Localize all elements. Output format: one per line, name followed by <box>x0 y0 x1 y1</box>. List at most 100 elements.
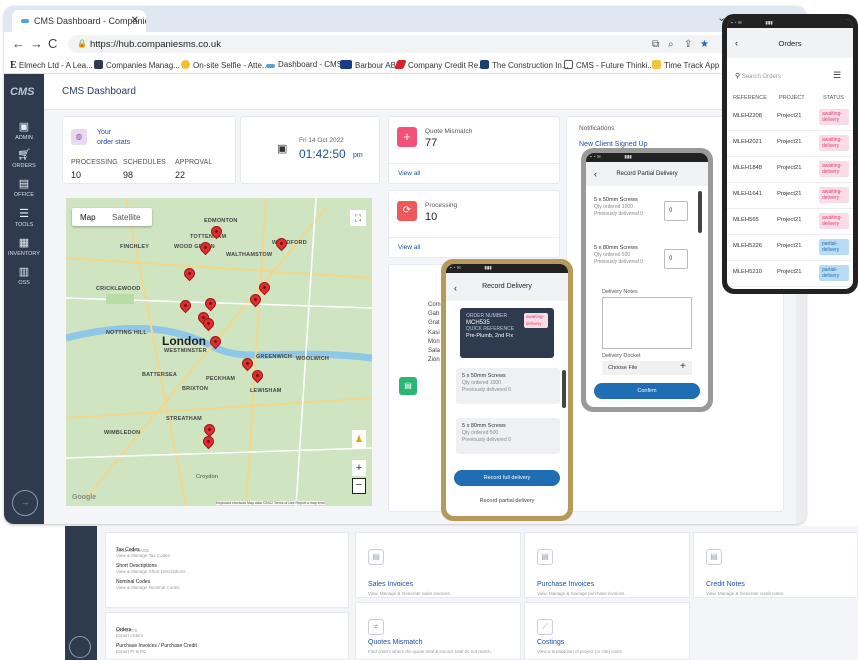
choose-file-button[interactable]: Choose File + <box>602 361 692 375</box>
back-icon[interactable]: ‹ <box>454 283 457 293</box>
export-orders[interactable]: Orders Export orders <box>116 627 143 639</box>
processing-value: 10 <box>425 211 438 223</box>
clipboard-icon: ▤ <box>399 377 417 395</box>
quote-mismatch-value: 77 <box>425 137 438 149</box>
close-tab-icon[interactable]: ✕ <box>131 15 139 26</box>
phone-status-bar: ▪ ◔ ✉ ▮▮▮ <box>586 153 708 162</box>
lower-sidebar <box>65 526 97 660</box>
record-full-delivery-button[interactable]: Record full delivery <box>454 470 560 486</box>
manage-tax-codes[interactable]: Tax Codes View & Manage Tax Codes <box>116 547 170 559</box>
invoice-icon: ▤ <box>368 549 384 565</box>
install-icon[interactable]: ⧉ <box>652 39 659 50</box>
phone-partial-delivery: ▪ ◔ ✉ ▮▮▮ ‹ Record Partial Delivery 5 x … <box>581 148 713 412</box>
bookmark-1[interactable]: Companies Manag... <box>94 60 180 70</box>
sidebar-item-office[interactable]: ▤ OFFICE <box>4 177 44 198</box>
back-arrow-icon[interactable]: ← <box>12 36 25 51</box>
processing-view-all[interactable]: View all <box>398 244 420 251</box>
add-file-icon: + <box>680 361 686 372</box>
tile-quotes-mismatch[interactable]: ≠ Quotes Mismatch Find orders where the q… <box>355 602 521 660</box>
sidebar-item-admin[interactable]: ▣ ADMIN <box>4 120 44 141</box>
bookmark-8[interactable]: Time Track App <box>652 60 719 70</box>
address-bar[interactable]: 🔒 https://hub.companiesms.co.uk ⧉ ⌕ ⇪ ★ <box>68 35 732 53</box>
manage-nominal-codes[interactable]: Nominal Codes View & Manage Nominal Codes <box>116 579 179 591</box>
street-view-icon[interactable]: ♟ <box>352 430 366 448</box>
refresh-icon: ⟳ <box>397 201 417 221</box>
table-row[interactable]: MLEH5226 Project21 partial-delivery <box>727 235 853 261</box>
status-badge: partial-delivery <box>819 265 849 281</box>
tile-sales-invoices[interactable]: ▤ Sales Invoices View, Manage & Generate … <box>355 532 521 598</box>
sidebar-item-inventory[interactable]: ▦ INVENTORY <box>4 236 44 257</box>
sidebar-item-oss[interactable]: ▥ OSS <box>4 265 44 286</box>
value-approval: 22 <box>175 170 186 180</box>
map-tab-satellite[interactable]: Satellite <box>112 213 140 222</box>
sidebar: ▣ ADMIN 🛒︎ ORDERS ▤ OFFICE ☰ TOOLS ▦ INVENTOR… <box>4 110 44 524</box>
bookmark-6[interactable]: The Construction In... <box>480 60 568 70</box>
zoom-out-icon[interactable]: − <box>352 478 366 494</box>
scroll-thumb[interactable] <box>562 370 566 408</box>
bookmark-0[interactable]: E Elmech Ltd - A Lea... <box>10 60 93 71</box>
search-orders-input[interactable]: ⚲ Search Orders <box>735 69 819 83</box>
record-delivery-header: ‹ Record Delivery <box>446 273 568 301</box>
user-menu-button[interactable]: → <box>12 490 38 516</box>
status-badge: awaiting-delivery <box>524 313 548 328</box>
google-logo: Google <box>72 494 97 501</box>
search-icon: ⚲ <box>735 73 741 80</box>
zoom-icon[interactable]: ⌕ <box>668 39 674 50</box>
invoice-icon: ▤ <box>537 549 553 565</box>
tile-purchase-invoices[interactable]: ▤ Purchase Invoices View, Manage & manage… <box>524 532 690 598</box>
table-row[interactable]: MLEH2208 Project21 awaiting-delivery <box>727 105 853 131</box>
status-badge: awaiting-delivery <box>819 161 849 177</box>
table-row[interactable]: MLEH565 Project21 awaiting-delivery <box>727 209 853 235</box>
scroll-thumb[interactable] <box>698 191 702 233</box>
zoom-in-icon[interactable]: + <box>352 460 366 476</box>
browser-tab[interactable]: CMS Dashboard - Companies M ✕ <box>12 10 146 32</box>
delivery-notes-textarea[interactable] <box>602 297 692 349</box>
tools-icon: ☰ <box>19 208 29 220</box>
app-header: CMS CMS Dashboard <box>4 74 806 110</box>
record-partial-delivery-link[interactable]: Record partial delivery <box>446 498 568 504</box>
exports-panel: EXPORTS Orders Export orders Purchase Inv… <box>105 612 349 660</box>
cms-favicon-icon <box>21 19 29 23</box>
partial-delivery-screen: ▪ ◔ ✉ ▮▮▮ ‹ Record Partial Delivery 5 x … <box>586 153 708 407</box>
tile-credit-notes[interactable]: ▤ Credit Notes View, Manage & Generate cr… <box>693 532 858 598</box>
fullscreen-icon[interactable]: ⛶ <box>350 210 366 226</box>
list-item: 5 x 50mm Screws Qty ordered 1000 Previousl… <box>456 368 560 404</box>
forward-arrow-icon[interactable]: → <box>30 36 43 51</box>
table-row[interactable]: MLEH1641 Project21 awaiting-delivery <box>727 183 853 209</box>
cms-logo[interactable]: CMS <box>4 74 44 110</box>
bookmark-5[interactable]: Company Credit Re... <box>394 60 485 70</box>
quote-mismatch-view-all[interactable]: View all <box>398 170 420 177</box>
google-map[interactable]: Map Satellite ⛶ EDMONTON TOTTENHAM WOODF… <box>66 198 372 506</box>
menu-icon[interactable]: ☰ <box>833 70 841 81</box>
table-row[interactable]: MLEH1848 Project21 awaiting-delivery <box>727 157 853 183</box>
table-row[interactable]: MLEH2021 Project21 awaiting-delivery <box>727 131 853 157</box>
clock-time: 01:42:50 <box>299 147 346 161</box>
label-schedules: SCHEDULES <box>123 159 166 166</box>
reload-icon[interactable]: C <box>48 36 57 51</box>
manage-short-descriptions[interactable]: Short Descriptions View & Manage Short De… <box>116 563 185 575</box>
status-badge: awaiting-delivery <box>819 213 849 229</box>
back-icon[interactable]: ‹ <box>735 38 738 48</box>
confirm-button[interactable]: Confirm <box>594 383 700 399</box>
tile-costings[interactable]: ⟋ Costings View a breakdown of project (o… <box>524 602 690 660</box>
admin-icon: ▣ <box>18 121 30 133</box>
status-badge: partial-delivery <box>819 239 849 255</box>
sidebar-item-tools[interactable]: ☰ TOOLS <box>4 207 44 228</box>
bookmark-2[interactable]: On-site Selfie - Atte... <box>181 60 269 70</box>
bookmark-4[interactable]: Barbour ABI <box>340 60 398 70</box>
lower-user-button[interactable] <box>69 636 91 658</box>
quantity-input[interactable]: 0 <box>664 249 688 269</box>
map-tab-map[interactable]: Map <box>80 213 96 222</box>
notification-item[interactable]: New Client Signed Up <box>579 141 647 148</box>
back-icon[interactable]: ‹ <box>594 169 597 179</box>
quantity-input[interactable]: 0 <box>664 201 688 221</box>
export-purchase-invoices[interactable]: Purchase Invoices / Purchase Credit Expor… <box>116 643 197 655</box>
bookmark-7[interactable]: CMS - Future Thinki... <box>564 60 654 70</box>
share-icon[interactable]: ⇪ <box>684 39 692 50</box>
bookmark-3[interactable]: Dashboard - CMS <box>266 60 342 69</box>
credit-note-icon: ▤ <box>706 549 722 565</box>
table-row[interactable]: MLEH5210 Project21 partial-delivery <box>727 261 853 287</box>
bookmark-star-icon[interactable]: ★ <box>700 39 709 50</box>
sidebar-item-orders[interactable]: 🛒︎ ORDERS <box>4 148 44 169</box>
plus-icon: + <box>397 127 417 147</box>
